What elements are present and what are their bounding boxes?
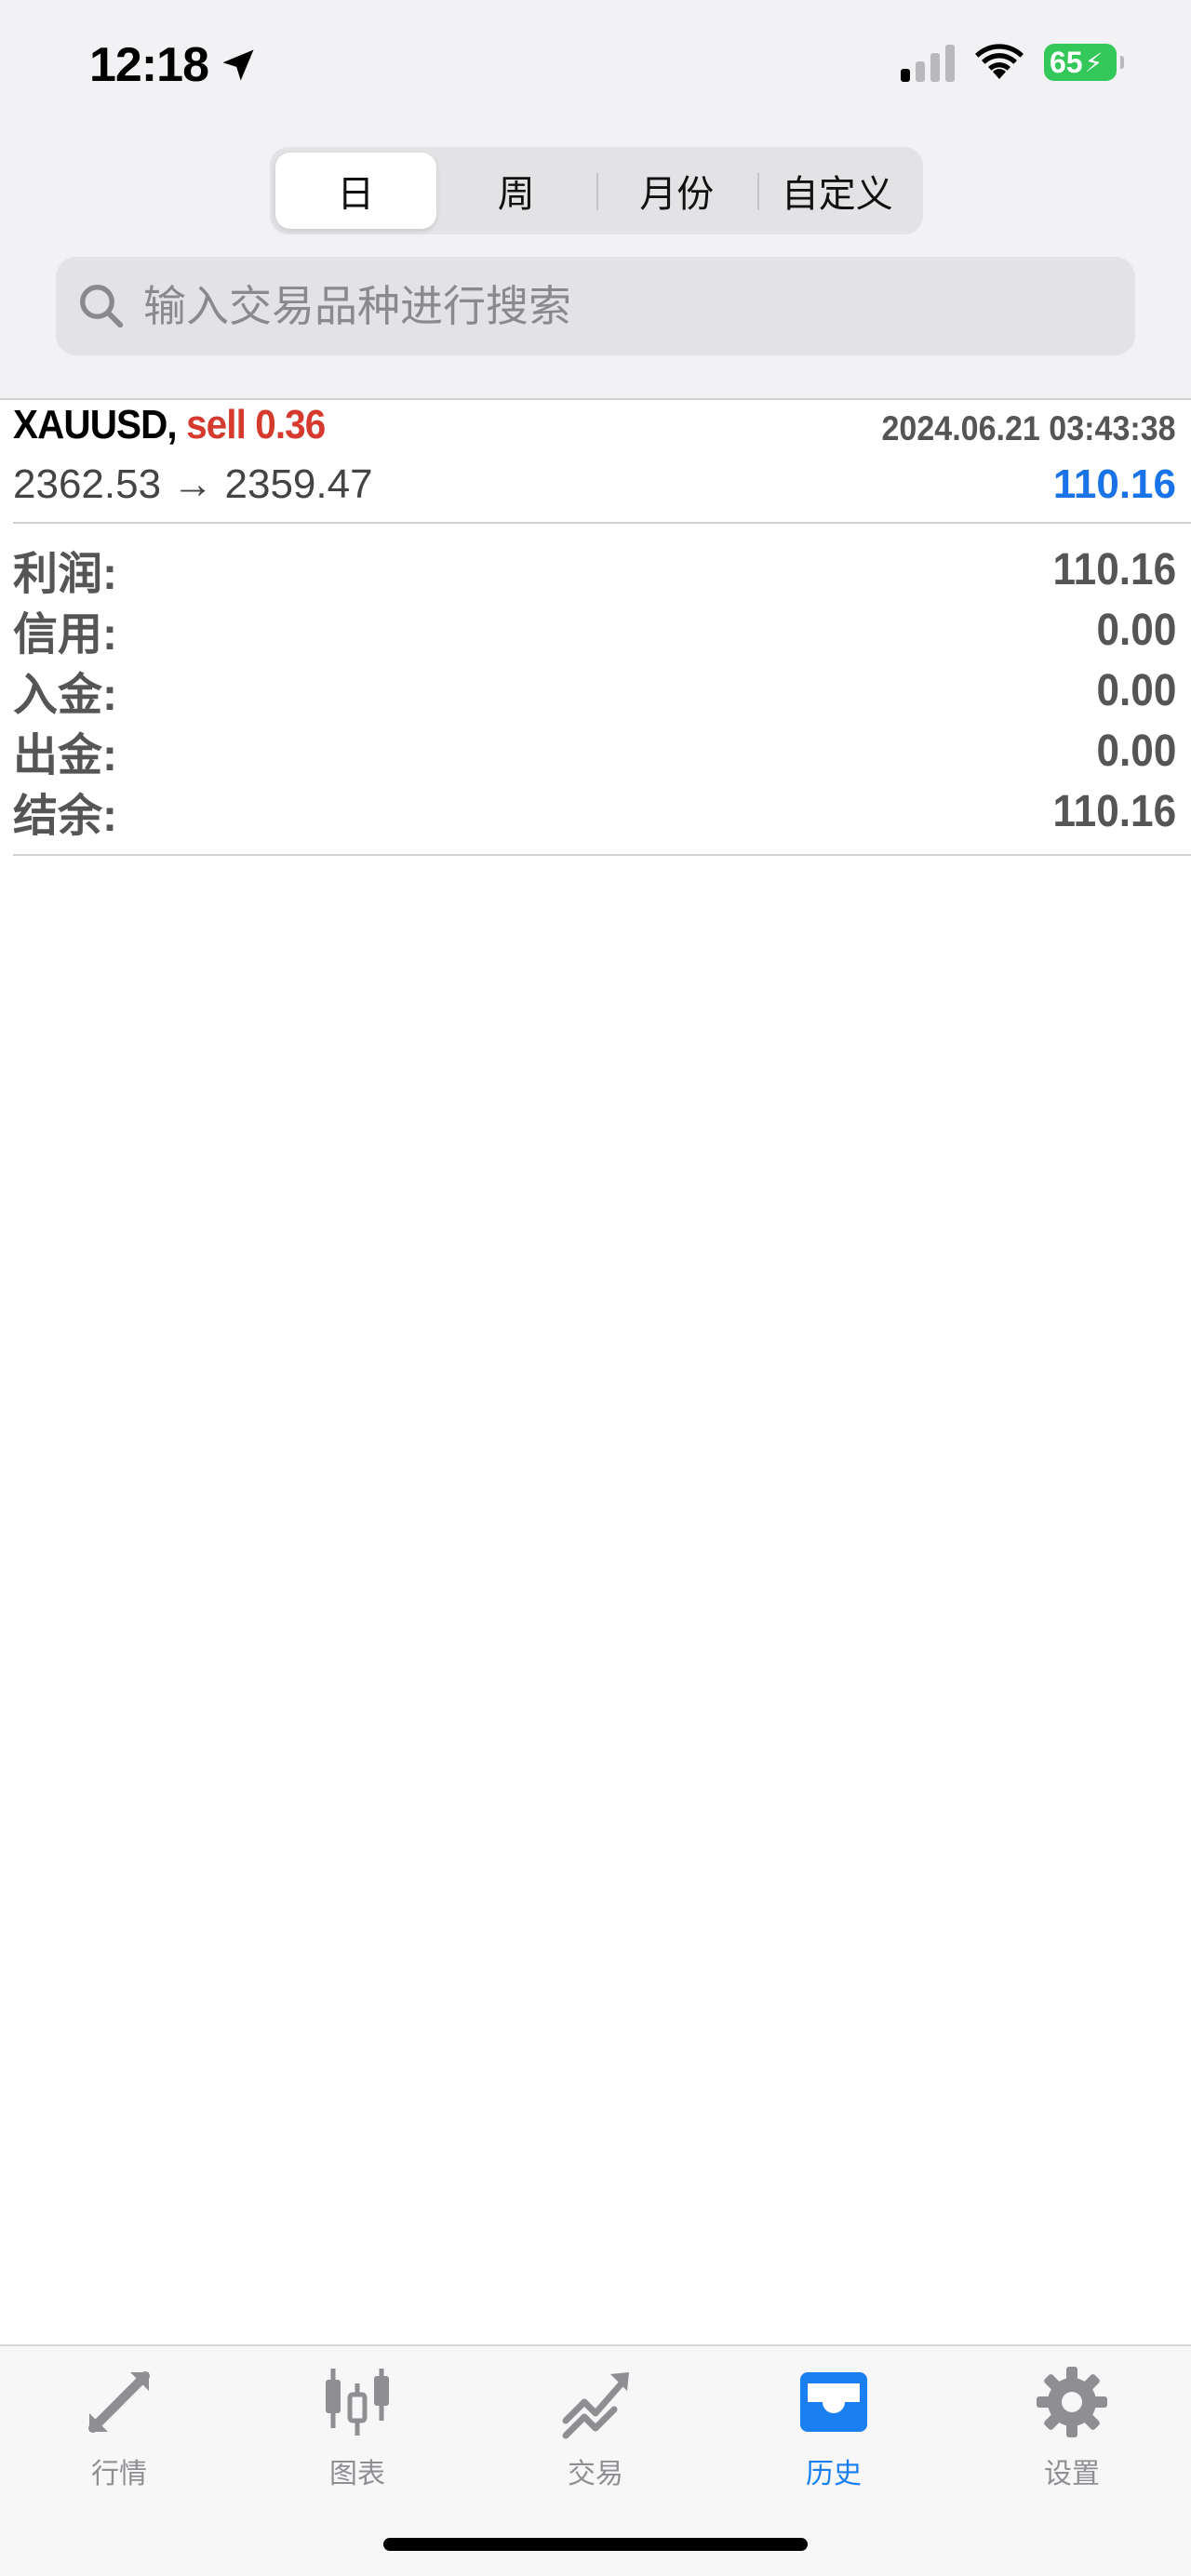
period-tab-week[interactable]: 周 bbox=[436, 153, 597, 229]
candlestick-chart-icon bbox=[326, 2369, 389, 2436]
summary-profit-row: 利润: 110.16 bbox=[13, 540, 1176, 600]
wifi-icon bbox=[975, 44, 1024, 79]
summary-label: 利润: bbox=[13, 550, 117, 599]
search-icon bbox=[80, 285, 124, 328]
search-input[interactable] bbox=[143, 281, 1074, 331]
quotes-arrows-icon bbox=[88, 2371, 150, 2433]
tab-trade[interactable]: 交易 bbox=[521, 2365, 670, 2504]
top-header: 12:18 65 ⚡ 日 周 月份 自定义 输入交易品种进行搜索 bbox=[0, 0, 1191, 398]
summary-label: 入金: bbox=[13, 671, 117, 720]
search-bar[interactable] bbox=[56, 257, 1135, 355]
tab-label: 图表 bbox=[329, 2459, 385, 2489]
divider bbox=[0, 398, 1191, 400]
summary-balance-row: 结余: 110.16 bbox=[13, 781, 1176, 842]
summary-value: 110.16 bbox=[1052, 786, 1176, 836]
summary-value: 0.00 bbox=[1096, 665, 1176, 715]
deal-side-volume: sell 0.36 bbox=[186, 402, 326, 447]
history-inbox-icon bbox=[800, 2372, 867, 2432]
tab-label: 设置 bbox=[1044, 2459, 1100, 2489]
summary-withdrawal-row: 出金: 0.00 bbox=[13, 721, 1176, 781]
divider bbox=[13, 854, 1191, 856]
period-tab-month[interactable]: 月份 bbox=[596, 153, 757, 229]
gear-icon bbox=[1037, 2367, 1107, 2437]
summary-label: 出金: bbox=[13, 731, 117, 781]
tab-charts[interactable]: 图表 bbox=[283, 2365, 432, 2504]
battery-indicator: 65 ⚡ bbox=[1044, 44, 1124, 81]
tab-history[interactable]: 历史 bbox=[759, 2365, 908, 2504]
tab-label: 行情 bbox=[91, 2459, 147, 2489]
deal-profit: 110.16 bbox=[1052, 461, 1176, 507]
period-tab-custom[interactable]: 自定义 bbox=[756, 153, 918, 229]
tab-settings[interactable]: 设置 bbox=[997, 2365, 1146, 2504]
summary-value: 110.16 bbox=[1052, 544, 1176, 594]
summary-value: 0.00 bbox=[1096, 726, 1176, 776]
summary-label: 结余: bbox=[13, 792, 117, 841]
summary-deposit-row: 入金: 0.00 bbox=[13, 661, 1176, 721]
period-tab-day[interactable]: 日 bbox=[275, 153, 436, 229]
period-segmented-control: 日 周 月份 自定义 bbox=[270, 147, 923, 234]
deal-symbol: XAUUSD, sell 0.36 bbox=[13, 402, 326, 448]
summary-value: 0.00 bbox=[1096, 605, 1176, 655]
location-arrow-icon bbox=[222, 49, 254, 81]
tab-label: 历史 bbox=[806, 2459, 862, 2489]
deal-symbol-name: XAUUSD, bbox=[13, 402, 178, 447]
deal-timestamp: 2024.06.21 03:43:38 bbox=[881, 409, 1176, 447]
tab-label: 交易 bbox=[568, 2459, 623, 2489]
cellular-signal-icon bbox=[901, 43, 955, 82]
clock-text: 12:18 bbox=[89, 38, 209, 92]
home-indicator[interactable] bbox=[383, 2538, 808, 2551]
battery-percent: 65 bbox=[1050, 45, 1083, 79]
charging-bolt-icon: ⚡ bbox=[1084, 47, 1104, 77]
summary-label: 信用: bbox=[13, 610, 117, 660]
status-bar-indicators: 65 ⚡ bbox=[901, 43, 1124, 82]
deal-prices: 2362.53 → 2359.47 bbox=[13, 461, 373, 507]
summary-credit-row: 信用: 0.00 bbox=[13, 600, 1176, 661]
status-bar-time: 12:18 bbox=[89, 37, 259, 93]
tab-quotes[interactable]: 行情 bbox=[45, 2365, 194, 2504]
trade-trend-icon bbox=[562, 2372, 629, 2439]
divider bbox=[13, 522, 1191, 524]
